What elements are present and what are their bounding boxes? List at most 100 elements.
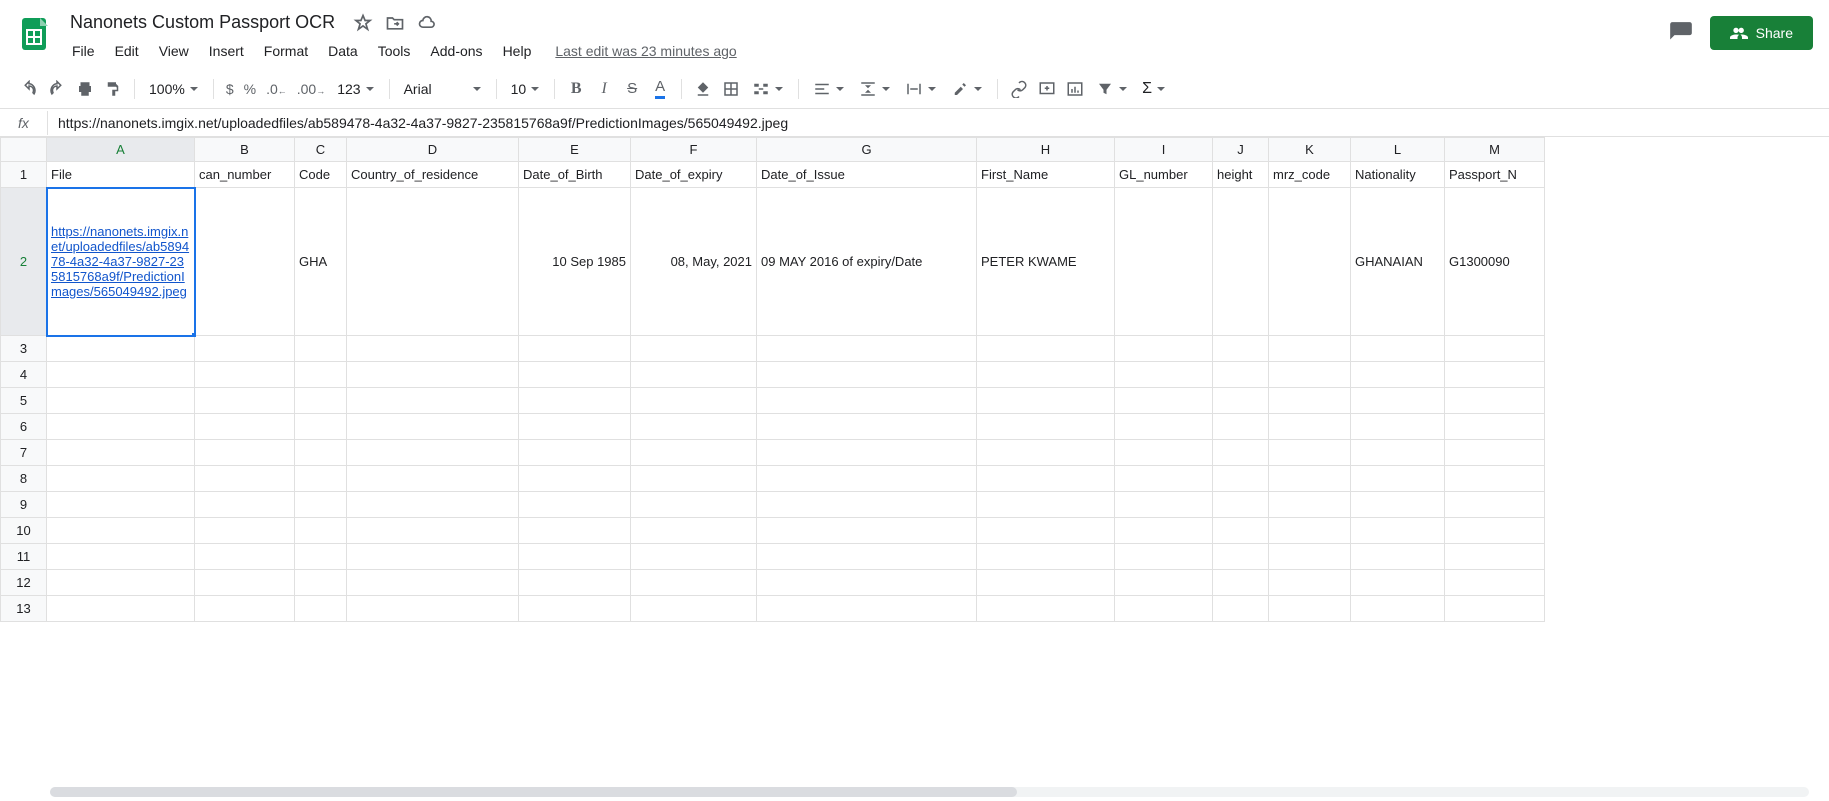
cell-E10[interactable] [519, 518, 631, 544]
cell-G1[interactable]: Date_of_Issue [757, 162, 977, 188]
cell-D4[interactable] [347, 362, 519, 388]
cell-A3[interactable] [47, 336, 195, 362]
cell-A9[interactable] [47, 492, 195, 518]
column-header-K[interactable]: K [1269, 138, 1351, 162]
column-header-D[interactable]: D [347, 138, 519, 162]
column-header-M[interactable]: M [1445, 138, 1545, 162]
column-header-E[interactable]: E [519, 138, 631, 162]
cell-G2[interactable]: 09 MAY 2016 of expiry/Date [757, 188, 977, 336]
cell-E11[interactable] [519, 544, 631, 570]
cell-A8[interactable] [47, 466, 195, 492]
share-button[interactable]: Share [1710, 16, 1813, 50]
row-header-7[interactable]: 7 [1, 440, 47, 466]
cell-K1[interactable]: mrz_code [1269, 162, 1351, 188]
row-header-2[interactable]: 2 [1, 188, 47, 336]
cell-F8[interactable] [631, 466, 757, 492]
cell-L3[interactable] [1351, 336, 1445, 362]
cell-H9[interactable] [977, 492, 1115, 518]
cell-D8[interactable] [347, 466, 519, 492]
menu-file[interactable]: File [64, 39, 103, 63]
increase-decimal-button[interactable]: .00→ [293, 81, 329, 97]
cell-G12[interactable] [757, 570, 977, 596]
move-icon[interactable] [385, 13, 405, 33]
menu-data[interactable]: Data [320, 39, 366, 63]
cell-F6[interactable] [631, 414, 757, 440]
redo-button[interactable] [44, 76, 70, 102]
cell-G10[interactable] [757, 518, 977, 544]
cell-M3[interactable] [1445, 336, 1545, 362]
cell-F11[interactable] [631, 544, 757, 570]
cell-A2[interactable]: https://nanonets.imgix.net/uploadedfiles… [47, 188, 195, 336]
column-header-B[interactable]: B [195, 138, 295, 162]
cell-F7[interactable] [631, 440, 757, 466]
row-header-3[interactable]: 3 [1, 336, 47, 362]
rotate-button[interactable] [945, 80, 989, 98]
italic-button[interactable]: I [591, 76, 617, 102]
cell-I3[interactable] [1115, 336, 1213, 362]
cell-C6[interactable] [295, 414, 347, 440]
cell-K9[interactable] [1269, 492, 1351, 518]
cell-B8[interactable] [195, 466, 295, 492]
cell-B13[interactable] [195, 596, 295, 622]
cell-J12[interactable] [1213, 570, 1269, 596]
cell-C7[interactable] [295, 440, 347, 466]
fill-color-button[interactable] [690, 76, 716, 102]
cell-A12[interactable] [47, 570, 195, 596]
cell-I1[interactable]: GL_number [1115, 162, 1213, 188]
currency-button[interactable]: $ [222, 81, 238, 97]
cell-D3[interactable] [347, 336, 519, 362]
font-size-select[interactable]: 10 [505, 81, 547, 97]
cell-E7[interactable] [519, 440, 631, 466]
font-select[interactable]: Arial [398, 81, 488, 97]
cell-M10[interactable] [1445, 518, 1545, 544]
row-header-10[interactable]: 10 [1, 518, 47, 544]
last-edit-link[interactable]: Last edit was 23 minutes ago [555, 39, 736, 63]
cell-K8[interactable] [1269, 466, 1351, 492]
cell-I2[interactable] [1115, 188, 1213, 336]
cell-E4[interactable] [519, 362, 631, 388]
cell-J3[interactable] [1213, 336, 1269, 362]
cell-E3[interactable] [519, 336, 631, 362]
cell-D7[interactable] [347, 440, 519, 466]
cell-M6[interactable] [1445, 414, 1545, 440]
cell-K6[interactable] [1269, 414, 1351, 440]
paint-format-button[interactable] [100, 76, 126, 102]
link-button[interactable] [1006, 76, 1032, 102]
cell-D2[interactable] [347, 188, 519, 336]
cell-D6[interactable] [347, 414, 519, 440]
cell-M9[interactable] [1445, 492, 1545, 518]
cell-D5[interactable] [347, 388, 519, 414]
cell-I7[interactable] [1115, 440, 1213, 466]
cell-I11[interactable] [1115, 544, 1213, 570]
row-header-13[interactable]: 13 [1, 596, 47, 622]
sheets-logo[interactable] [16, 14, 56, 54]
cell-B3[interactable] [195, 336, 295, 362]
cell-B9[interactable] [195, 492, 295, 518]
cell-E9[interactable] [519, 492, 631, 518]
cell-K11[interactable] [1269, 544, 1351, 570]
cloud-icon[interactable] [417, 13, 437, 33]
cell-G13[interactable] [757, 596, 977, 622]
cell-E13[interactable] [519, 596, 631, 622]
menu-insert[interactable]: Insert [201, 39, 252, 63]
menu-view[interactable]: View [151, 39, 197, 63]
column-header-F[interactable]: F [631, 138, 757, 162]
merge-button[interactable] [746, 80, 790, 98]
percent-button[interactable]: % [240, 81, 260, 97]
cell-A6[interactable] [47, 414, 195, 440]
cell-K5[interactable] [1269, 388, 1351, 414]
document-title[interactable]: Nanonets Custom Passport OCR [64, 10, 341, 35]
number-format-button[interactable]: 123 [331, 81, 380, 97]
cell-I10[interactable] [1115, 518, 1213, 544]
cell-J11[interactable] [1213, 544, 1269, 570]
cell-G11[interactable] [757, 544, 977, 570]
cell-M2[interactable]: G1300090 [1445, 188, 1545, 336]
cell-F12[interactable] [631, 570, 757, 596]
comment-button[interactable] [1034, 76, 1060, 102]
cell-I6[interactable] [1115, 414, 1213, 440]
cell-J2[interactable] [1213, 188, 1269, 336]
cell-D12[interactable] [347, 570, 519, 596]
cell-J7[interactable] [1213, 440, 1269, 466]
cell-M13[interactable] [1445, 596, 1545, 622]
cell-A13[interactable] [47, 596, 195, 622]
